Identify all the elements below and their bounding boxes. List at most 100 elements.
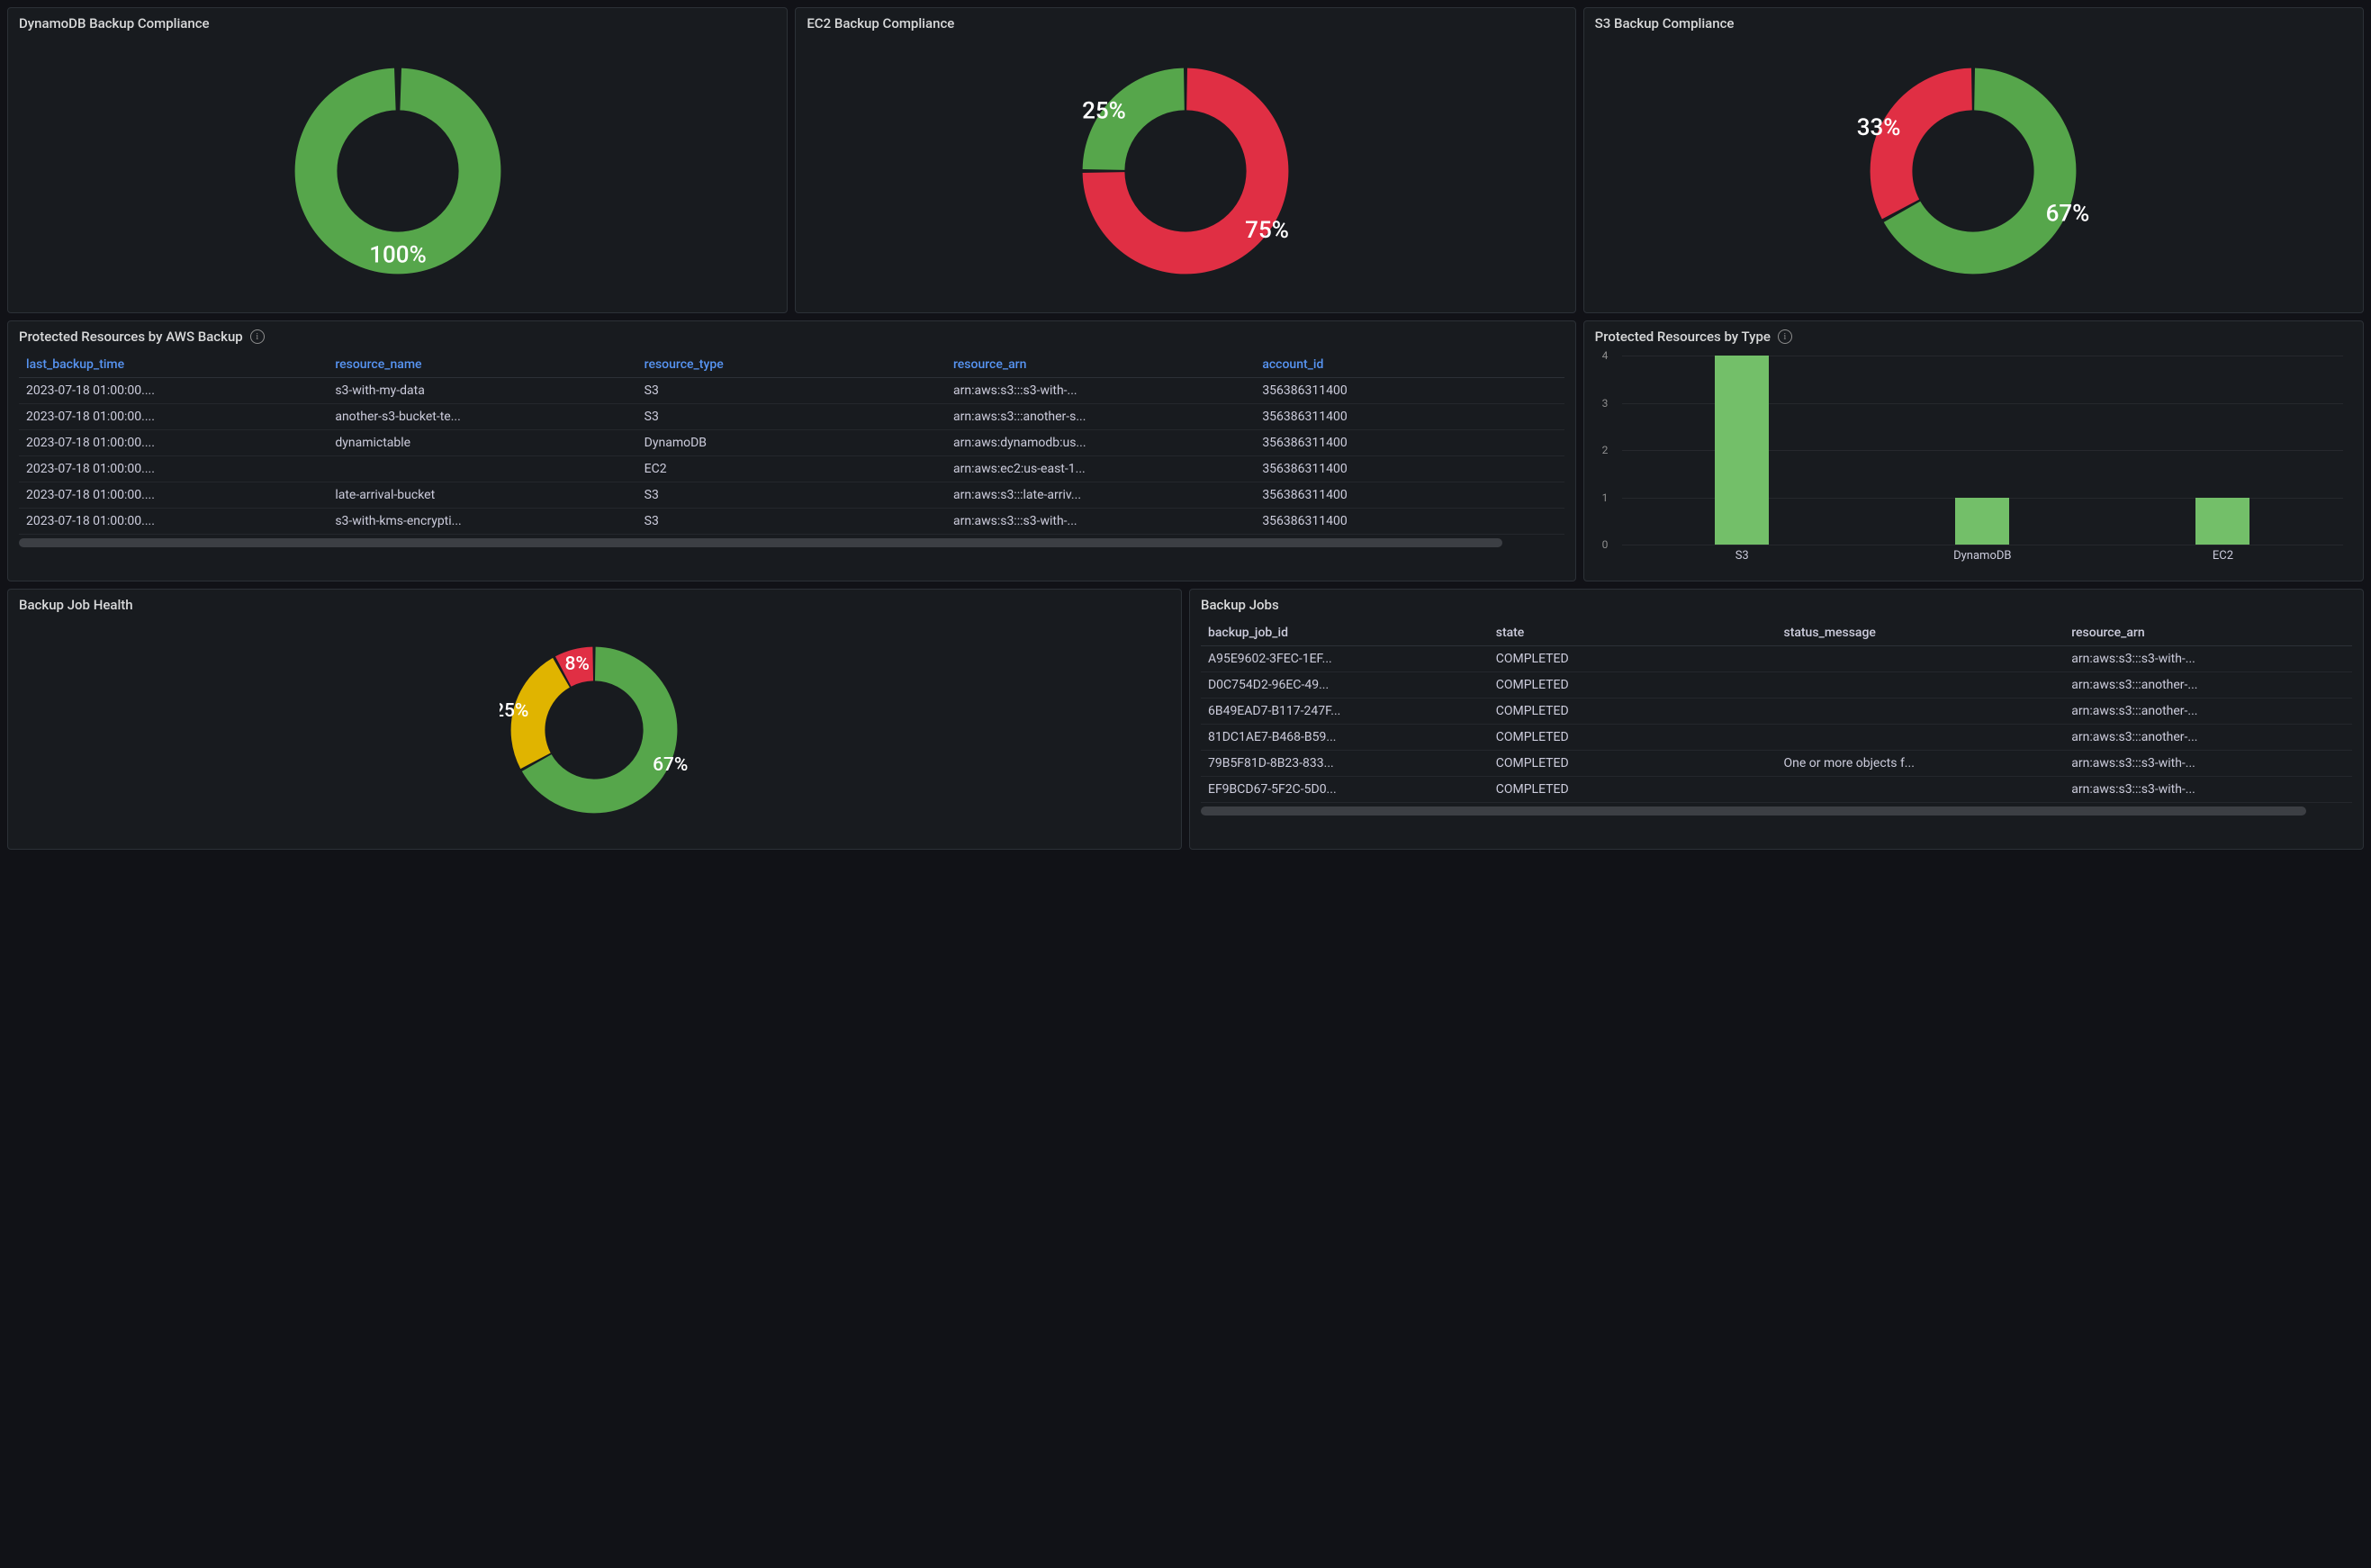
cell-resource-arn: arn:aws:dynamodb:us... — [946, 430, 1255, 456]
y-tick-label: 0 — [1602, 538, 1609, 551]
cell-last-backup-time: 2023-07-18 01:00:00.... — [19, 378, 328, 404]
col-account-id[interactable]: account_id — [1255, 352, 1564, 378]
bar-dynamodb[interactable] — [1955, 498, 2009, 545]
cell-backup-job-id: 6B49EAD7-B117-247F... — [1201, 698, 1489, 725]
table-row[interactable]: 2023-07-18 01:00:00....s3-with-kms-encry… — [19, 509, 1564, 535]
table-header-row: backup_job_id state status_message resou… — [1201, 620, 2352, 646]
cell-resource-arn: arn:aws:s3:::late-arriv... — [946, 482, 1255, 509]
cell-backup-job-id: A95E9602-3FEC-1EF... — [1201, 646, 1489, 672]
table-row[interactable]: 6B49EAD7-B117-247F...COMPLETED arn:aws:s3… — [1201, 698, 2352, 725]
donut-chart: 67%25%8% — [19, 620, 1170, 840]
cell-resource-name: another-s3-bucket-te... — [328, 404, 636, 430]
cell-resource-type: DynamoDB — [637, 430, 946, 456]
info-icon[interactable]: i — [250, 329, 265, 344]
cell-account-id: 356386311400 — [1255, 430, 1564, 456]
col-backup-job-id[interactable]: backup_job_id — [1201, 620, 1489, 646]
cell-resource-name: late-arrival-bucket — [328, 482, 636, 509]
table-row[interactable]: 79B5F81D-8B23-833...COMPLETEDOne or more… — [1201, 751, 2352, 777]
y-tick-label: 3 — [1602, 397, 1609, 410]
cell-last-backup-time: 2023-07-18 01:00:00.... — [19, 482, 328, 509]
col-resource-arn[interactable]: resource_arn — [946, 352, 1255, 378]
slice-label: 33% — [1857, 114, 1901, 141]
col-status-message[interactable]: status_message — [1776, 620, 2064, 646]
donut-chart: 100% — [19, 39, 776, 303]
slice-label: 100% — [369, 241, 426, 268]
cell-resource-type: S3 — [637, 482, 946, 509]
cell-resource-type: EC2 — [637, 456, 946, 482]
bar-area: 01234S3DynamoDBEC2 — [1622, 356, 2343, 545]
cell-status-message — [1776, 646, 2064, 672]
table-row[interactable]: 2023-07-18 01:00:00....s3-with-my-dataS3… — [19, 378, 1564, 404]
x-tick-label: DynamoDB — [1946, 549, 2018, 563]
donut-chart: 75%25% — [807, 39, 1564, 303]
info-icon[interactable]: i — [1778, 329, 1792, 344]
table-scroll[interactable]: last_backup_time resource_name resource_… — [19, 352, 1564, 566]
cell-state: COMPLETED — [1489, 751, 1777, 777]
cell-resource-name — [328, 456, 636, 482]
table-row[interactable]: 2023-07-18 01:00:00....dynamictableDynam… — [19, 430, 1564, 456]
slice-label: 67% — [2046, 200, 2090, 227]
cell-account-id: 356386311400 — [1255, 378, 1564, 404]
cell-account-id: 356386311400 — [1255, 509, 1564, 535]
table-row[interactable]: 2023-07-18 01:00:00....another-s3-bucket… — [19, 404, 1564, 430]
horizontal-scrollbar[interactable] — [19, 538, 1502, 547]
s3-compliance-panel[interactable]: S3 Backup Compliance 67% 33% — [1583, 7, 2364, 313]
y-tick-label: 1 — [1602, 491, 1609, 504]
bar-ec2[interactable] — [2195, 498, 2249, 545]
cell-resource-arn: arn:aws:s3:::another-... — [2064, 672, 2352, 698]
panel-title-text: Protected Resources by AWS Backup — [19, 329, 243, 345]
cell-resource-type: S3 — [637, 509, 946, 535]
panel-title: S3 Backup Compliance — [1595, 15, 2352, 32]
cell-last-backup-time: 2023-07-18 01:00:00.... — [19, 456, 328, 482]
cell-status-message — [1776, 777, 2064, 803]
cell-status-message — [1776, 698, 2064, 725]
x-tick-label: S3 — [1706, 549, 1778, 563]
ec2-compliance-panel[interactable]: EC2 Backup Compliance 75%25% — [795, 7, 1575, 313]
cell-account-id: 356386311400 — [1255, 456, 1564, 482]
col-last-backup-time[interactable]: last_backup_time — [19, 352, 328, 378]
dynamodb-compliance-panel[interactable]: DynamoDB Backup Compliance 100% — [7, 7, 788, 313]
cell-resource-arn: arn:aws:s3:::another-s... — [946, 404, 1255, 430]
protected-resources-tbody: 2023-07-18 01:00:00....s3-with-my-dataS3… — [19, 378, 1564, 535]
col-resource-arn[interactable]: resource_arn — [2064, 620, 2352, 646]
table-row[interactable]: D0C754D2-96EC-49...COMPLETEDarn:aws:s3::… — [1201, 672, 2352, 698]
cell-resource-type: S3 — [637, 404, 946, 430]
cell-state: COMPLETED — [1489, 698, 1777, 725]
table-row[interactable]: 2023-07-18 01:00:00.... EC2arn:aws:ec2:us… — [19, 456, 1564, 482]
table-row[interactable]: 2023-07-18 01:00:00....late-arrival-buck… — [19, 482, 1564, 509]
cell-resource-arn: arn:aws:s3:::s3-with-... — [946, 509, 1255, 535]
s3-donut: 67% 33% — [1856, 54, 2090, 288]
cell-status-message — [1776, 725, 2064, 751]
backup-jobs-panel[interactable]: Backup Jobs backup_job_id state status_m… — [1189, 589, 2364, 850]
panel-title: Protected Resources by AWS Backup i — [19, 329, 1564, 345]
col-resource-type[interactable]: resource_type — [637, 352, 946, 378]
cell-last-backup-time: 2023-07-18 01:00:00.... — [19, 404, 328, 430]
cell-resource-name: s3-with-kms-encrypti... — [328, 509, 636, 535]
y-tick-label: 2 — [1602, 444, 1609, 456]
table-row[interactable]: A95E9602-3FEC-1EF...COMPLETEDarn:aws:s3:… — [1201, 646, 2352, 672]
cell-resource-arn: arn:aws:s3:::s3-with-... — [946, 378, 1255, 404]
cell-account-id: 356386311400 — [1255, 482, 1564, 509]
cell-resource-name: s3-with-my-data — [328, 378, 636, 404]
dynamodb-donut: 100% — [281, 54, 515, 288]
cell-resource-arn: arn:aws:ec2:us-east-1... — [946, 456, 1255, 482]
horizontal-scrollbar[interactable] — [1201, 807, 2306, 816]
col-state[interactable]: state — [1489, 620, 1777, 646]
donut-chart: 67% 33% — [1595, 39, 2352, 303]
table-row[interactable]: 81DC1AE7-B468-B59...COMPLETEDarn:aws:s3:… — [1201, 725, 2352, 751]
cell-state: COMPLETED — [1489, 777, 1777, 803]
panel-title-text: Protected Resources by Type — [1595, 329, 1771, 345]
table-row[interactable]: EF9BCD67-5F2C-5D0...COMPLETEDarn:aws:s3:… — [1201, 777, 2352, 803]
cell-state: COMPLETED — [1489, 646, 1777, 672]
ec2-donut: 75%25% — [1068, 54, 1303, 288]
protected-resources-table-panel[interactable]: Protected Resources by AWS Backup i last… — [7, 320, 1576, 581]
panel-title: DynamoDB Backup Compliance — [19, 15, 776, 32]
cell-resource-arn: arn:aws:s3:::another-... — [2064, 698, 2352, 725]
table-scroll[interactable]: backup_job_id state status_message resou… — [1201, 620, 2352, 834]
protected-by-type-panel[interactable]: Protected Resources by Type i 01234S3Dyn… — [1583, 320, 2364, 581]
cell-state: COMPLETED — [1489, 672, 1777, 698]
bar-s3[interactable] — [1715, 356, 1769, 545]
col-resource-name[interactable]: resource_name — [328, 352, 636, 378]
cell-backup-job-id: 81DC1AE7-B468-B59... — [1201, 725, 1489, 751]
backup-job-health-panel[interactable]: Backup Job Health 67%25%8% — [7, 589, 1182, 850]
